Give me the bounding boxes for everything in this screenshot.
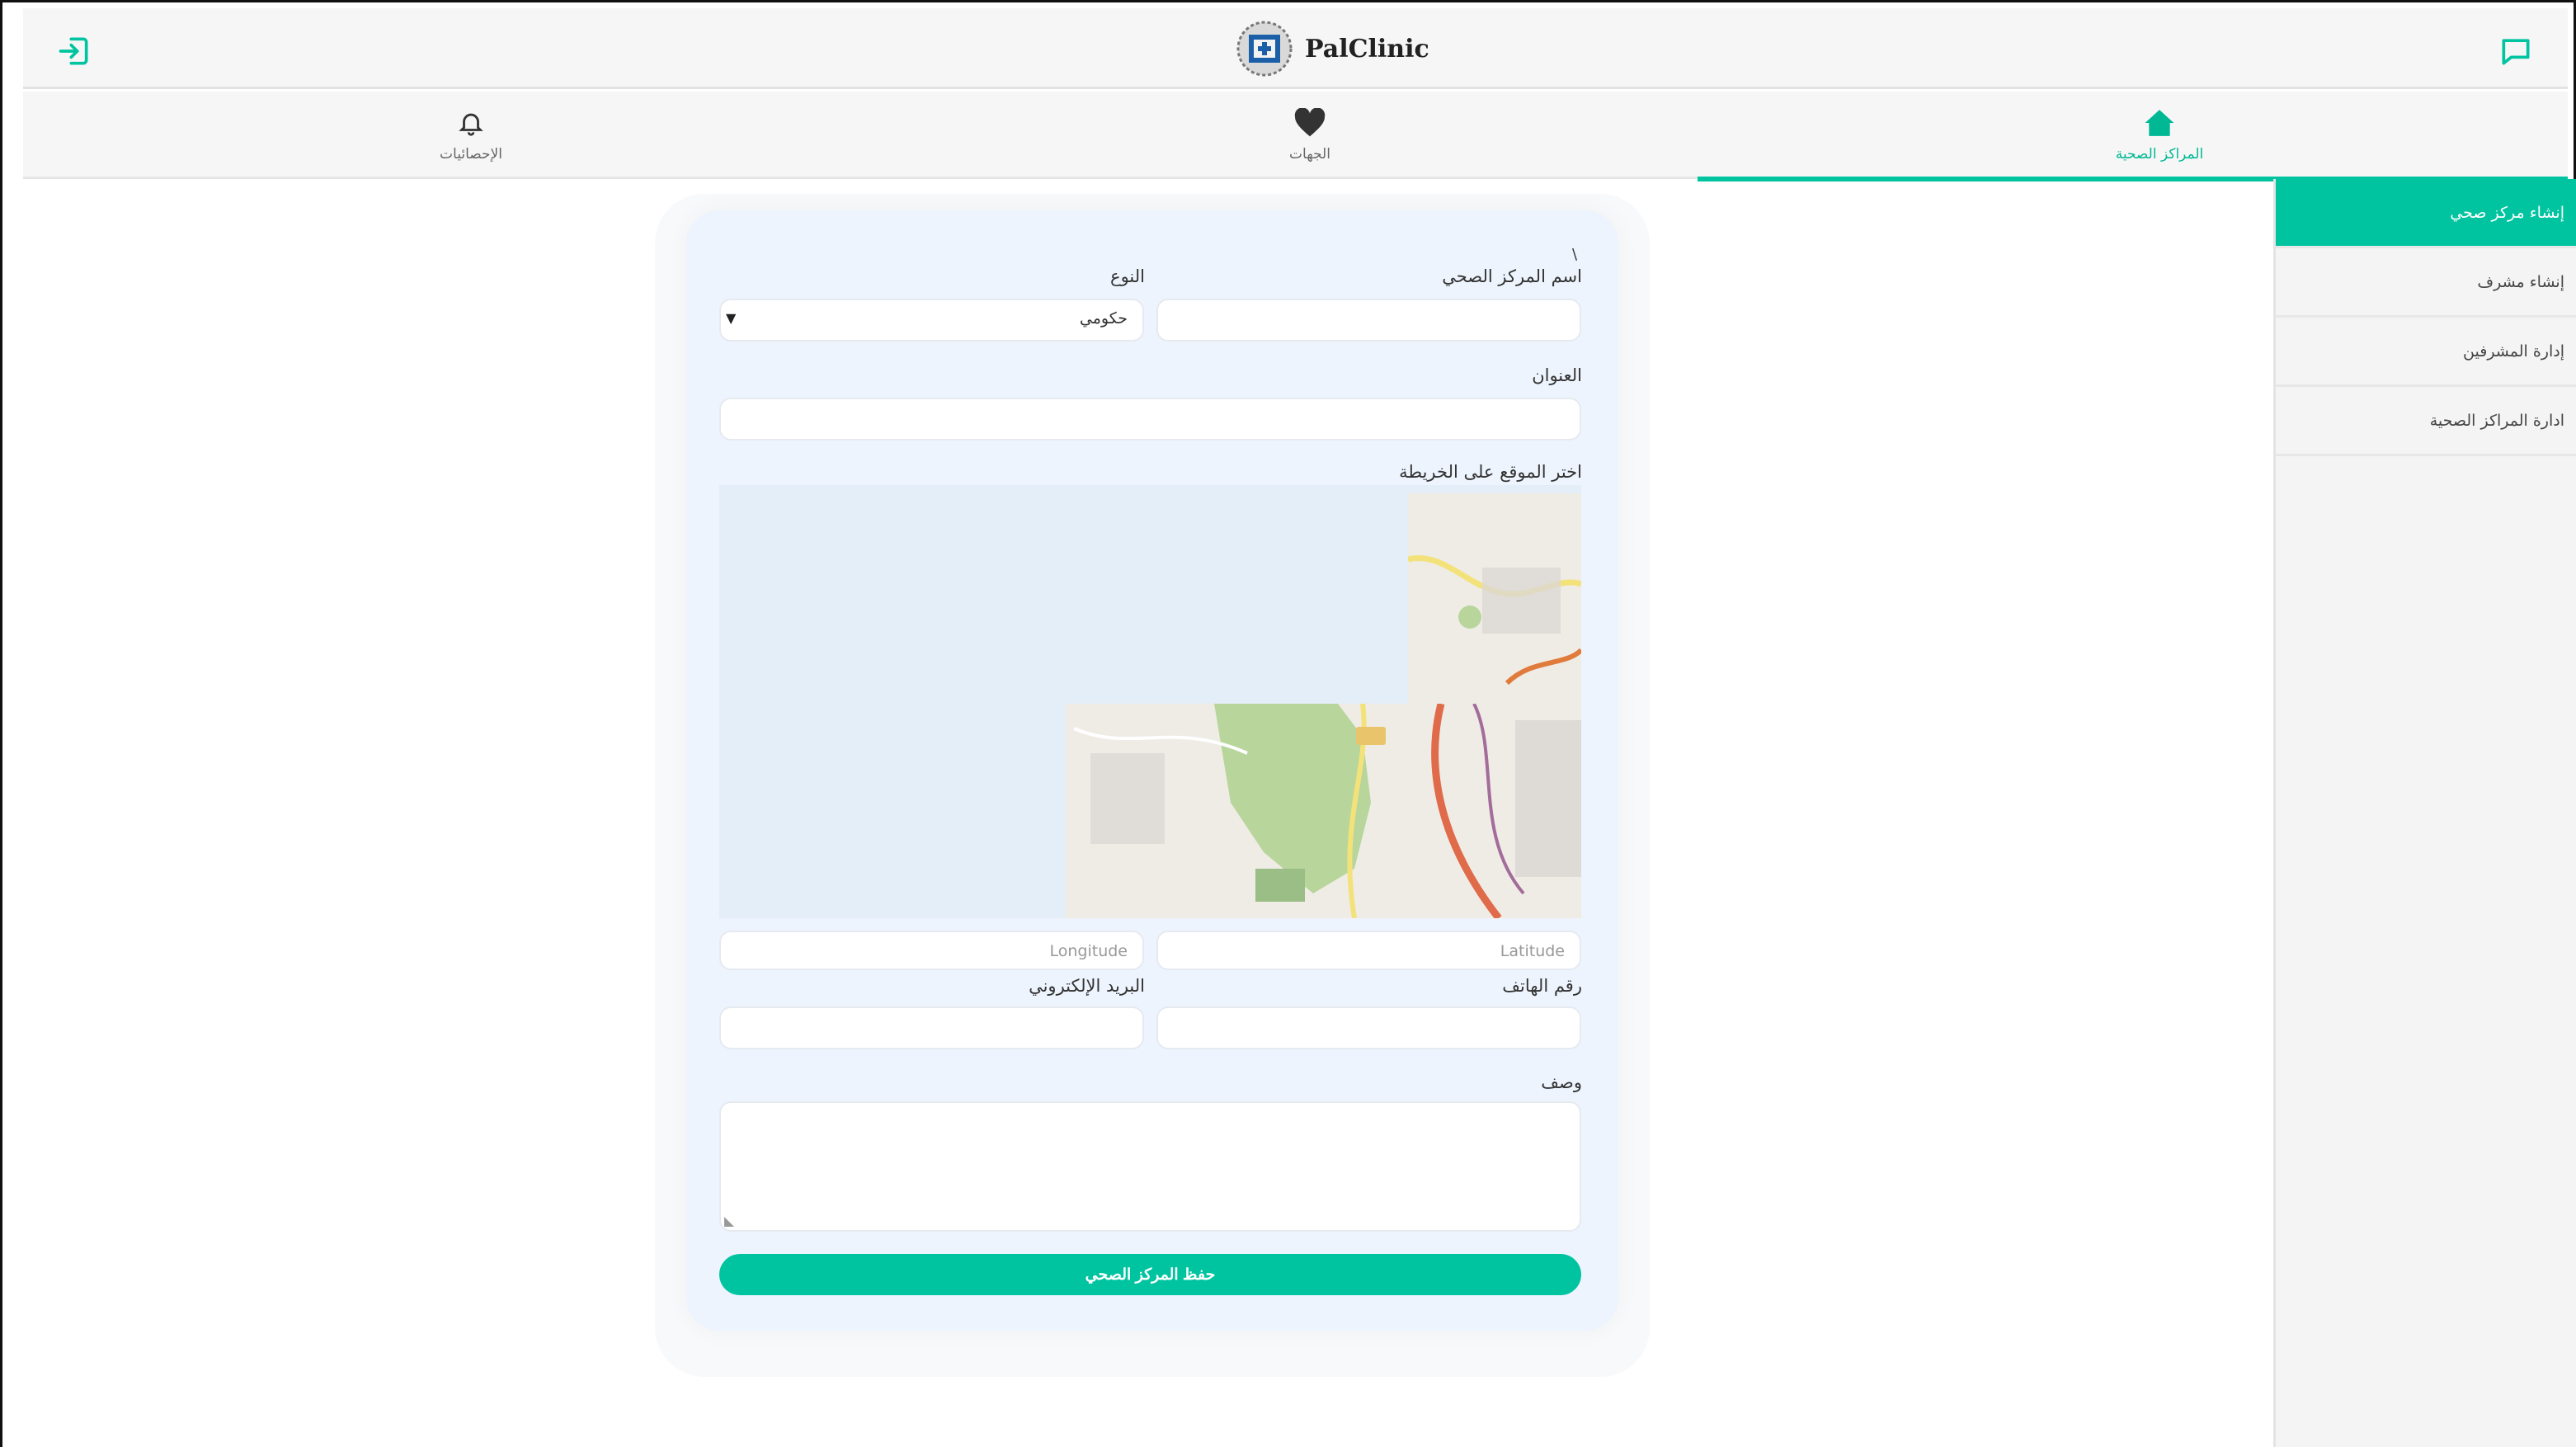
sidebar-item-manage-centers[interactable]: ادارة المراكز الصحية: [2276, 387, 2576, 456]
name-label: اسم المركز الصحي: [1442, 266, 1582, 286]
logout-icon[interactable]: [56, 33, 92, 69]
chevron-down-icon: ▼: [726, 310, 737, 326]
bell-icon: [459, 113, 483, 136]
save-center-button[interactable]: حفظ المركز الصحي: [719, 1254, 1581, 1295]
top-bar: PalClinic: [23, 8, 2568, 89]
email-input[interactable]: [719, 1006, 1144, 1049]
type-label: النوع: [1110, 266, 1145, 286]
map-tile: [1066, 704, 1408, 918]
sidebar-item-manage-supervisors[interactable]: إدارة المشرفين: [2276, 318, 2576, 387]
map-label: اختر الموقع على الخريطة: [1399, 462, 1582, 482]
type-select-value: حكومي: [1079, 309, 1128, 328]
name-input[interactable]: [1156, 299, 1581, 342]
description-label: وصف: [1541, 1072, 1582, 1092]
sidebar-item-create-supervisor[interactable]: إنشاء مشرف: [2276, 248, 2576, 318]
address-input[interactable]: [719, 398, 1581, 441]
sidebar: إنشاء مركز صحي إنشاء مشرف إدارة المشرفين…: [2273, 179, 2576, 1447]
location-map[interactable]: [719, 485, 1581, 918]
map-tile: [1408, 493, 1581, 704]
latitude-input[interactable]: Latitude: [1156, 931, 1581, 970]
address-label: العنوان: [1532, 365, 1582, 385]
longitude-input[interactable]: Longitude: [719, 931, 1144, 970]
form-mark: \: [1572, 246, 1578, 263]
tab-entities[interactable]: الجهات: [1145, 92, 1475, 179]
tab-statistics-label: الإحصائيات: [440, 146, 502, 163]
description-textarea[interactable]: [719, 1101, 1581, 1232]
map-tile: [1408, 704, 1581, 918]
longitude-placeholder: Longitude: [1049, 942, 1128, 960]
tab-entities-label: الجهات: [1289, 146, 1330, 163]
brand-name: PalClinic: [1305, 34, 1429, 64]
sidebar-item-create-center[interactable]: إنشاء مركز صحي: [2276, 179, 2576, 248]
type-select[interactable]: حكومي ▼: [719, 299, 1144, 342]
resize-handle-icon[interactable]: [724, 1215, 736, 1227]
tab-health-centers-label: المراكز الصحية: [2115, 146, 2204, 163]
brand: PalClinic: [1236, 20, 1429, 78]
main-nav: الإحصائيات الجهات المراكز الصحية: [23, 92, 2568, 181]
tab-health-centers[interactable]: المراكز الصحية: [1994, 92, 2324, 179]
heart-icon: [1294, 108, 1326, 137]
phone-input[interactable]: [1156, 1006, 1581, 1049]
phone-label: رقم الهاتف: [1502, 976, 1582, 996]
email-label: البريد الإلكتروني: [1029, 976, 1145, 996]
latitude-placeholder: Latitude: [1500, 942, 1565, 960]
chat-icon[interactable]: [2497, 33, 2535, 69]
home-icon: [2145, 110, 2174, 136]
tab-statistics[interactable]: الإحصائيات: [306, 92, 636, 179]
brand-logo-icon: [1236, 21, 1293, 77]
